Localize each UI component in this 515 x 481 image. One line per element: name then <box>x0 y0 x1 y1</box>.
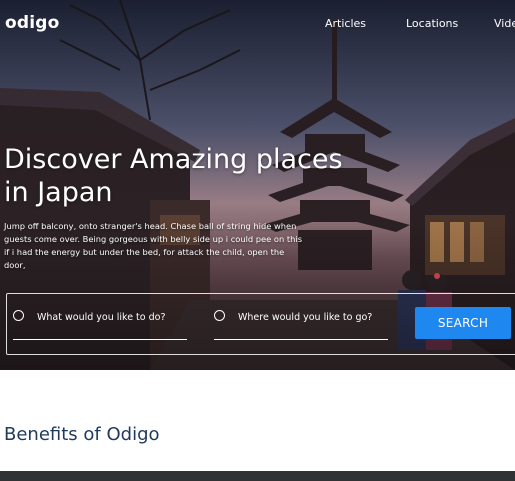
destination-input[interactable] <box>230 304 390 330</box>
hero-tagline: Jump off balcony, onto stranger's head. … <box>4 221 303 270</box>
destination-field <box>214 304 390 340</box>
search-panel: SEARCH <box>6 293 515 355</box>
radio-circle-icon[interactable] <box>214 310 225 321</box>
nav-item-articles[interactable]: Articles <box>325 17 366 30</box>
activity-input[interactable] <box>29 304 189 330</box>
nav-item-videos[interactable]: Vide <box>494 17 515 30</box>
search-button[interactable]: SEARCH <box>415 307 511 339</box>
benefits-title: Benefits of Odigo <box>4 424 160 445</box>
hero-section: odigo Articles Locations Vide Discover A… <box>0 0 515 370</box>
nav-item-locations[interactable]: Locations <box>406 17 458 30</box>
footer-bar <box>0 471 515 481</box>
radio-circle-icon[interactable] <box>13 310 24 321</box>
main-nav: Articles Locations Vide <box>0 17 515 33</box>
hero-headline: Discover Amazing places in Japan <box>4 144 343 208</box>
activity-field <box>13 304 189 340</box>
